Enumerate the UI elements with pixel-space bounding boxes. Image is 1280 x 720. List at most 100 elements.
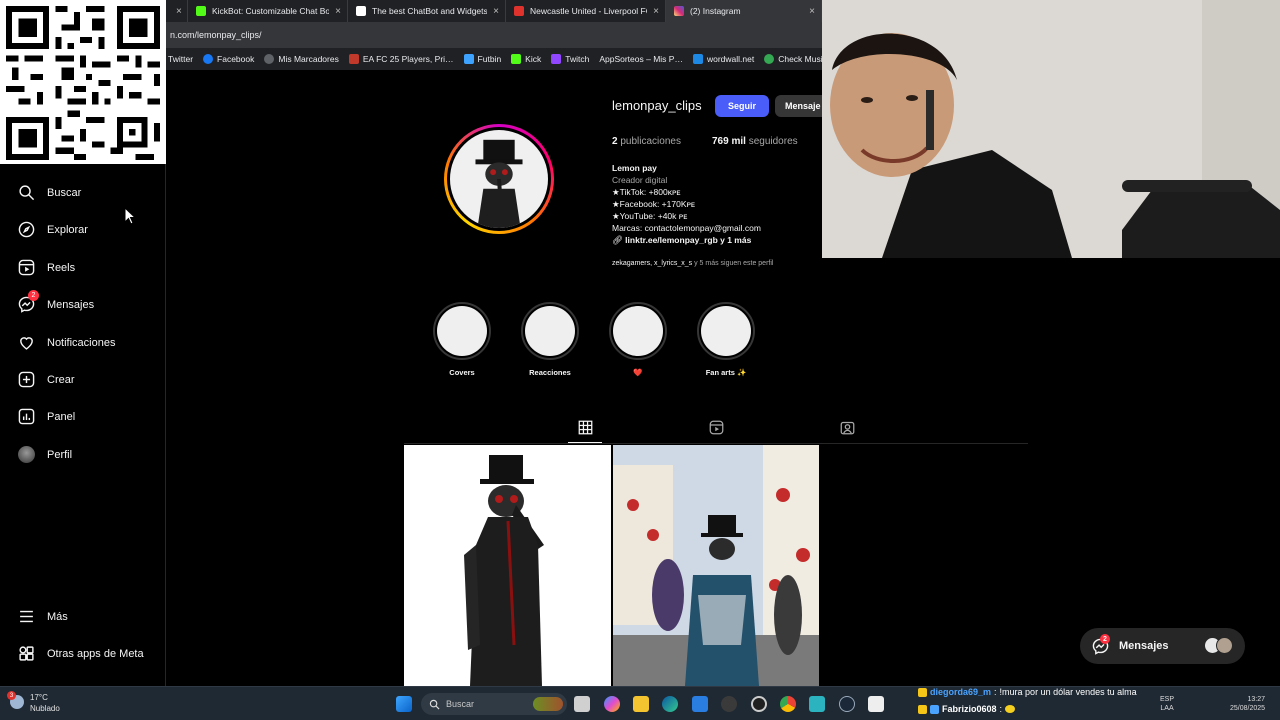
browser-tab[interactable]: KickBot: Customizable Chat Bot f… ×: [188, 0, 348, 22]
bookmark[interactable]: Check Music C…: [764, 54, 822, 64]
ea-icon: [348, 54, 359, 64]
steam-icon[interactable]: [839, 696, 855, 712]
copilot-icon[interactable]: [604, 696, 620, 712]
sidebar-item-create[interactable]: Crear: [18, 371, 75, 388]
floating-messages-label: Mensajes: [1119, 640, 1169, 652]
system-clock[interactable]: 13:27 25/08/2025: [1230, 695, 1265, 713]
story-highlight[interactable]: Reacciones: [520, 302, 580, 377]
chat-text: !mura por un dólar vendes tu alma: [999, 687, 1137, 697]
cloud-icon: 3: [7, 691, 24, 709]
browser-tab[interactable]: ×: [166, 0, 188, 22]
sidebar-item-label: Otras apps de Meta: [47, 647, 144, 660]
tab-title: KickBot: Customizable Chat Bot f…: [212, 6, 329, 16]
bookmark[interactable]: Mis Marcadores: [264, 54, 339, 64]
close-icon[interactable]: ×: [493, 6, 499, 17]
sidebar-item-messages[interactable]: 2 Mensajes: [18, 290, 95, 313]
followers-label: seguidores: [748, 136, 798, 147]
followers-stat[interactable]: 769 mil seguidores: [712, 136, 798, 147]
profile-name: Lemon pay: [612, 163, 657, 173]
messenger-icon-wrap: 2: [18, 290, 39, 313]
heart-icon: [20, 337, 33, 350]
browser-tab-active[interactable]: (2) Instagram ×: [666, 0, 822, 22]
story-highlight[interactable]: Covers: [432, 302, 492, 377]
bookmark[interactable]: AppSorteos – Mis P…: [599, 54, 683, 64]
search-highlight-icon: [533, 697, 563, 711]
sidebar-item-label: Crear: [47, 373, 75, 386]
highlight-label: Reacciones: [529, 368, 571, 377]
sidebar-item-notifications[interactable]: Notificaciones: [18, 334, 115, 351]
tab-tagged[interactable]: [840, 420, 855, 438]
browser-tab[interactable]: The best ChatBot and Widgets fo… ×: [348, 0, 506, 22]
bookmark[interactable]: Facebook: [203, 54, 254, 64]
sidebar-item-more[interactable]: Más: [18, 608, 68, 625]
search-icon: [429, 699, 440, 709]
chat-username: Fabrizio0608: [942, 704, 997, 714]
store-icon[interactable]: [692, 696, 708, 712]
bio-line: ★TikTok: +800ᴋᴘᴇ: [612, 187, 681, 197]
address-bar[interactable]: n.com/lemonpay_clips/: [166, 22, 822, 48]
chat-badge-icon: [930, 704, 939, 714]
browser-tab-bar: × KickBot: Customizable Chat Bot f… × Th…: [166, 0, 822, 22]
avatar: [18, 446, 35, 463]
plus-square-icon: [18, 371, 35, 388]
kick-icon: [511, 54, 522, 64]
browser-tab[interactable]: Newcastle United - Liverpool FC I… ×: [506, 0, 666, 22]
story-highlight[interactable]: Fan arts ✨: [696, 302, 756, 377]
message-button[interactable]: Mensaje: [775, 95, 825, 117]
post-thumbnail[interactable]: [613, 445, 819, 686]
instagram-icon: [674, 6, 684, 16]
spreadsheet-icon[interactable]: [809, 696, 825, 712]
followed-by[interactable]: zekagamers, x_lyrics_x_s y 5 más siguen …: [612, 260, 773, 267]
post-image: [613, 445, 819, 686]
tab-posts[interactable]: [578, 420, 593, 438]
tab-reels[interactable]: [709, 420, 724, 438]
xbox-icon[interactable]: [721, 696, 737, 712]
close-icon[interactable]: ×: [335, 6, 341, 17]
notification-badge: 2: [1100, 634, 1110, 644]
chrome-icon[interactable]: [780, 696, 796, 712]
streamelements-icon: [356, 6, 366, 16]
taskbar-search-placeholder: Buscar: [446, 699, 475, 709]
bookmark[interactable]: wordwall.net: [692, 54, 754, 64]
sidebar-item-label: Explorar: [47, 223, 88, 236]
sidebar-item-meta-apps[interactable]: Otras apps de Meta: [18, 645, 144, 662]
weather-temperature: 17°C: [30, 693, 48, 702]
bookmark[interactable]: EA FC 25 Players, Pri…: [348, 54, 454, 64]
post-thumbnail[interactable]: [404, 445, 611, 686]
avatar: [1216, 637, 1233, 654]
sidebar-item-reels[interactable]: Reels: [18, 259, 75, 276]
file-explorer-icon[interactable]: [633, 696, 649, 712]
bio-link[interactable]: 🔗︎ linktr.ee/lemonpay_rgb y 1 más: [612, 235, 751, 246]
bookmark[interactable]: Futbin: [463, 54, 501, 64]
profile-avatar[interactable]: [444, 124, 554, 234]
close-icon[interactable]: ×: [653, 6, 659, 17]
task-view-icon[interactable]: [574, 696, 590, 712]
chat-badge-icon: [918, 687, 927, 697]
qr-code: [0, 0, 166, 164]
floating-messages-button[interactable]: 2 Mensajes: [1080, 628, 1245, 664]
sidebar-item-label: Mensajes: [47, 298, 95, 311]
wordwall-icon: [692, 54, 703, 64]
tab-title: Newcastle United - Liverpool FC I…: [530, 6, 647, 16]
sidebar-item-search[interactable]: Buscar: [18, 184, 81, 201]
sidebar-item-dashboard[interactable]: Panel: [18, 408, 75, 425]
story-highlight[interactable]: ❤️: [608, 302, 668, 377]
mouse-cursor-icon: [124, 207, 136, 225]
edge-icon[interactable]: [662, 696, 678, 712]
bookmark[interactable]: Twitch: [551, 54, 589, 64]
weather-widget[interactable]: 3 17°C Nublado: [7, 691, 60, 714]
profile-category: Creador digital: [612, 175, 668, 185]
compass-icon: [18, 221, 35, 238]
obs-icon[interactable]: [751, 696, 767, 712]
taskbar-search[interactable]: Buscar: [421, 693, 567, 715]
sidebar-item-profile[interactable]: Perfil: [18, 446, 72, 463]
app-icon[interactable]: [868, 696, 884, 712]
close-icon[interactable]: ×: [176, 6, 182, 17]
close-icon[interactable]: ×: [809, 6, 815, 17]
follow-button[interactable]: Seguir: [715, 95, 769, 117]
sidebar-item-explore[interactable]: Explorar: [18, 221, 88, 238]
bookmark[interactable]: Kick: [511, 54, 541, 64]
sports-site-icon: [514, 6, 524, 16]
windows-start-icon[interactable]: [396, 696, 412, 712]
bookmark[interactable]: Twitter: [168, 54, 193, 64]
